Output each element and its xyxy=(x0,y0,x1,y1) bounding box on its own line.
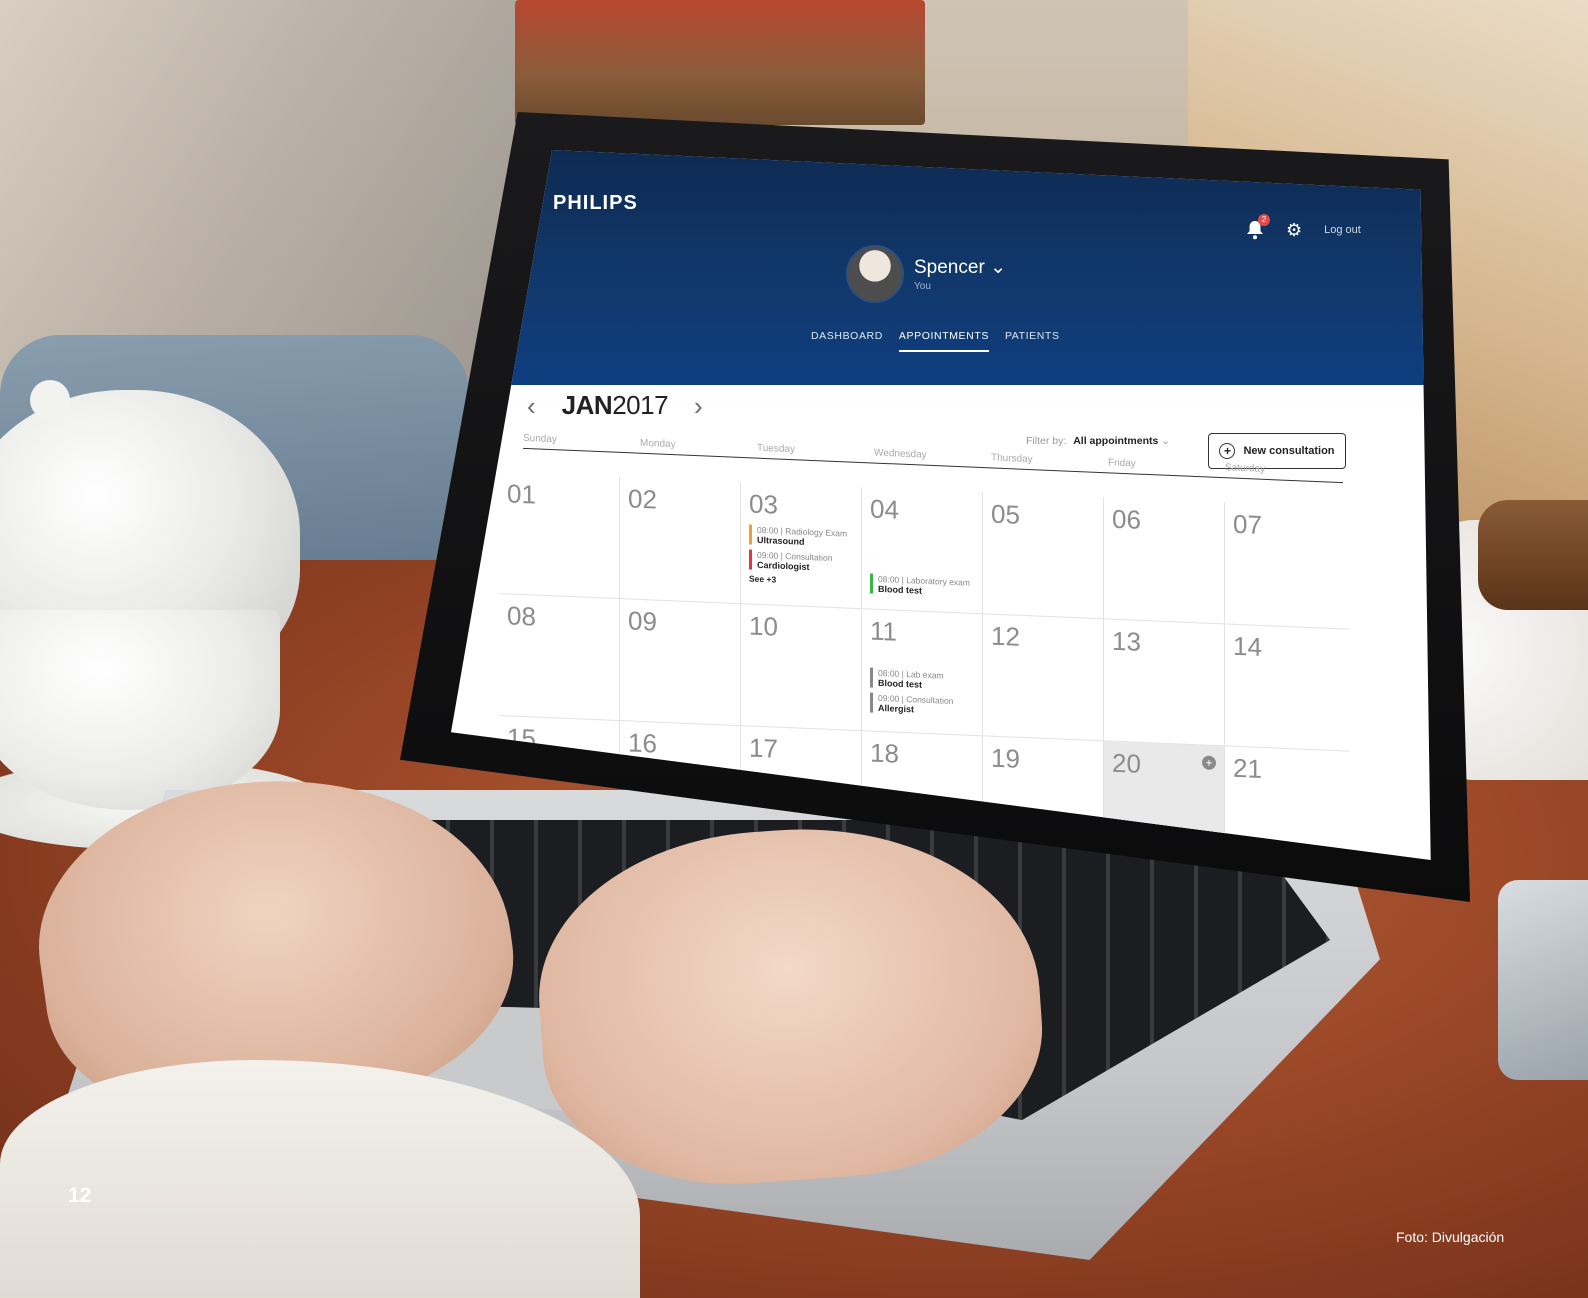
day-number: 02 xyxy=(628,483,657,515)
day-number: 08 xyxy=(507,600,536,632)
chevron-left-icon[interactable]: ‹ xyxy=(527,393,536,419)
calendar-day-cell[interactable]: 02 xyxy=(620,477,741,604)
calendar-day-cell[interactable]: 07 xyxy=(1225,502,1346,628)
app-header: PHILIPS 2 ⚙ Log out Spencer ⌄ You DASHBO… xyxy=(451,150,1431,385)
filter-label: Filter by: xyxy=(1026,435,1067,447)
appointment-item[interactable]: 09:00 | Consultation Allergist xyxy=(870,692,974,717)
weekday-label: Wednesday xyxy=(874,447,927,461)
cake-slice xyxy=(1478,500,1588,610)
calendar-day-cell[interactable]: 03 08:00 | Radiology Exam Ultrasound 09:… xyxy=(741,482,862,609)
day-number: 05 xyxy=(991,498,1020,530)
background-corkboard xyxy=(515,0,925,125)
day-number: 20 xyxy=(1112,747,1141,779)
weekday-label: Thursday xyxy=(991,452,1033,466)
calendar-day-cell[interactable]: 01 xyxy=(499,472,620,599)
calendar-day-cell[interactable]: 14 xyxy=(1225,624,1346,750)
weekday-label: Monday xyxy=(640,437,676,451)
publication-info: Healthcare IT | Nº 19 | 2018 xyxy=(138,1192,299,1207)
day-number: 01 xyxy=(507,478,536,510)
appointment-item[interactable]: 08:00 | Laboratory exam Blood test xyxy=(870,573,974,598)
gear-icon: ⚙ xyxy=(1286,220,1303,240)
day-number: 21 xyxy=(1233,752,1262,784)
calendar-day-cell[interactable]: 06 xyxy=(1104,497,1225,624)
weekday-label: Tuesday xyxy=(757,442,795,456)
tab-patients[interactable]: PATIENTS xyxy=(1005,330,1060,352)
filter-value: All appointments xyxy=(1073,435,1159,447)
calendar-day-cell[interactable]: 05 xyxy=(983,492,1104,619)
photo-credit: Foto: Divulgación xyxy=(1396,1229,1505,1245)
chevron-down-icon: ⌄ xyxy=(1161,435,1171,447)
day-number: 11 xyxy=(870,615,897,647)
brand-logo: PHILIPS xyxy=(553,192,638,214)
day-number: 04 xyxy=(870,493,899,525)
calendar-day-cell[interactable]: 08 xyxy=(499,594,620,721)
background-photo: PHILIPS 2 ⚙ Log out Spencer ⌄ You DASHBO… xyxy=(0,0,1588,1298)
logout-link[interactable]: Log out xyxy=(1324,224,1361,236)
day-number: 12 xyxy=(991,620,1020,652)
appointment-item[interactable]: 08:00 | Radiology Exam Ultrasound xyxy=(749,524,853,549)
user-name: Spencer xyxy=(914,257,985,278)
month-label: JAN xyxy=(561,390,613,420)
calendar-day-cell[interactable]: 04 08:00 | Laboratory exam Blood test xyxy=(862,487,983,614)
notification-badge: 2 xyxy=(1258,214,1270,226)
weekday-label: Sunday xyxy=(523,432,557,446)
see-more-link[interactable]: See +3 xyxy=(749,573,853,587)
main-nav: DASHBOARD APPOINTMENTS PATIENTS xyxy=(811,330,1060,352)
notifications-button[interactable]: 2 xyxy=(1246,214,1270,240)
avatar xyxy=(846,245,904,303)
user-profile[interactable]: Spencer ⌄ You xyxy=(846,245,1006,303)
chevron-right-icon[interactable]: › xyxy=(694,393,703,419)
page-number: 12 xyxy=(68,1184,92,1207)
smartphone xyxy=(1498,880,1588,1080)
calendar-day-cell[interactable]: 13 xyxy=(1104,619,1225,746)
add-day-icon[interactable]: + xyxy=(1202,755,1216,771)
new-consultation-label: New consultation xyxy=(1243,445,1335,457)
tab-appointments[interactable]: APPOINTMENTS xyxy=(898,330,989,352)
appointment-item[interactable]: 09:00 | Consultation Cardiologist xyxy=(749,549,853,574)
chevron-down-icon: ⌄ xyxy=(990,257,1006,278)
day-number: 10 xyxy=(749,610,778,642)
teapot-lid xyxy=(30,380,70,420)
calendar-day-cell[interactable]: 10 xyxy=(741,604,862,731)
calendar-day-cell[interactable]: 12 xyxy=(983,614,1104,741)
day-number: 13 xyxy=(1112,625,1141,657)
day-number: 07 xyxy=(1233,508,1262,540)
year-label: 2017 xyxy=(612,390,669,420)
day-number: 18 xyxy=(870,737,899,769)
month-title: JAN2017 xyxy=(561,390,669,421)
day-number: 03 xyxy=(749,488,778,520)
user-role: You xyxy=(914,281,931,292)
day-number: 09 xyxy=(628,605,657,637)
appointment-item[interactable]: 08:00 | Lab exam Blood test xyxy=(870,667,974,692)
day-number: 06 xyxy=(1112,503,1141,535)
calendar-day-cell[interactable]: 11 08:00 | Lab exam Blood test 09:00 | C… xyxy=(862,609,983,736)
settings-button[interactable]: ⚙ xyxy=(1286,220,1302,240)
tab-dashboard[interactable]: DASHBOARD xyxy=(811,330,883,352)
plus-circle-icon: + xyxy=(1219,443,1236,459)
day-number: 17 xyxy=(749,732,778,764)
header-actions: 2 ⚙ Log out xyxy=(1246,214,1361,240)
day-number: 14 xyxy=(1233,630,1262,662)
day-number: 19 xyxy=(991,742,1020,774)
month-switcher: ‹ JAN2017 › xyxy=(527,390,703,421)
filter-dropdown[interactable]: Filter by: All appointments ⌄ xyxy=(1026,435,1170,447)
user-name-dropdown[interactable]: Spencer ⌄ xyxy=(914,256,1006,279)
calendar-day-cell[interactable]: 09 xyxy=(620,599,741,726)
